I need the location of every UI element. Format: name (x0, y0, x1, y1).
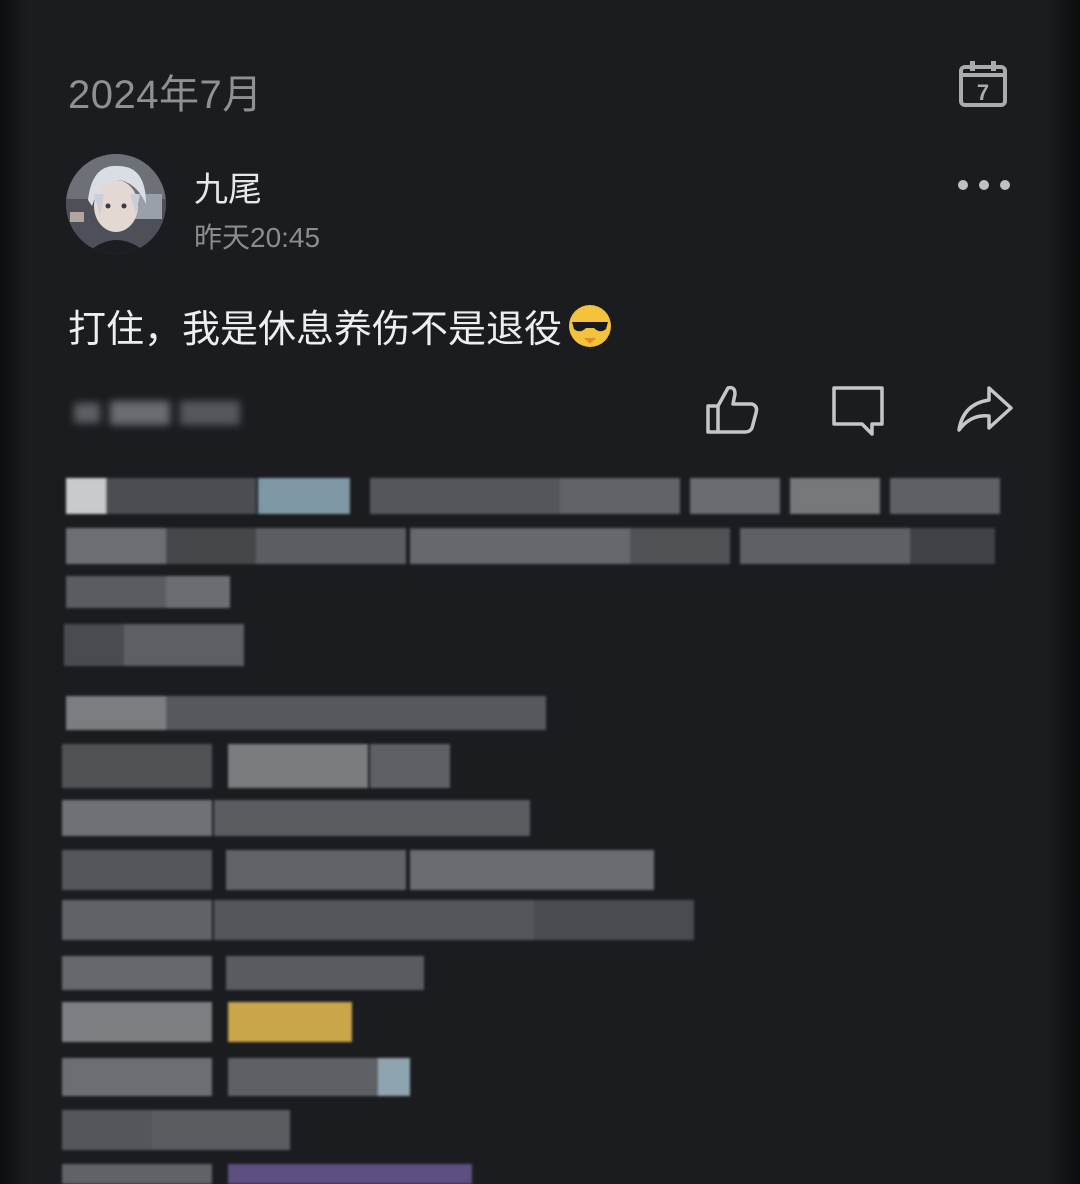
app-frame: 2024年7月 7 九尾 昨天20:45 打住，我是休息养伤不是退役 (0, 0, 1080, 1184)
pixelated-comments-area (62, 478, 1000, 1184)
mosaic-blocks (62, 478, 1000, 1184)
